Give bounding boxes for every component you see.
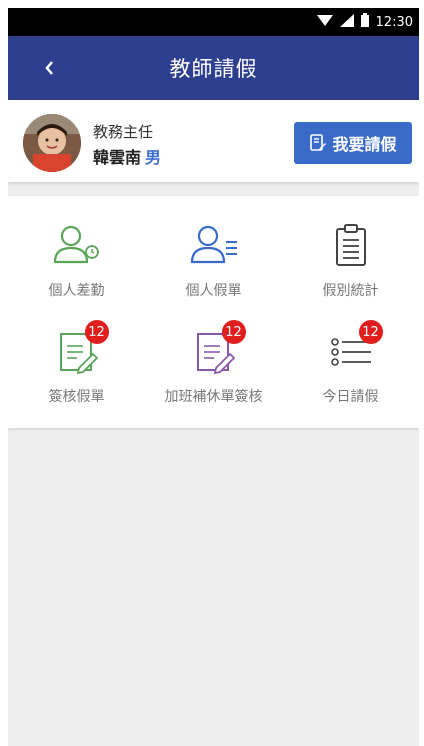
user-name: 韓雲南 — [93, 148, 142, 167]
clipboard-icon — [327, 222, 375, 270]
page-title: 教師請假 — [169, 57, 258, 81]
tile-label: 加班補休單簽核 — [164, 389, 263, 405]
chevron-left-icon — [45, 61, 53, 75]
avatar — [23, 114, 81, 172]
tile-approve-overtime[interactable]: 12 加班補休單簽核 — [145, 320, 282, 406]
back-button[interactable] — [34, 36, 64, 100]
app-bar: 教師請假 — [8, 36, 419, 100]
wifi-icon — [316, 14, 333, 31]
edit-document-icon — [310, 134, 327, 151]
notification-badge: 12 — [221, 320, 246, 344]
cellular-signal-icon — [339, 13, 354, 31]
user-gender: 男 — [145, 148, 162, 167]
tile-label: 假別統計 — [322, 283, 379, 299]
user-name-line: 韓雲南男 — [93, 144, 161, 168]
profile-card: 教務主任 韓雲南男 我要請假 — [8, 100, 419, 182]
request-leave-button[interactable]: 我要請假 — [294, 122, 412, 164]
bullet-list-icon: 12 — [327, 320, 383, 376]
tile-label: 個人假單 — [185, 283, 242, 299]
tile-label: 簽核假單 — [48, 389, 105, 405]
app-screen: 12:30 教師請假 教務主任 韓雲南 男 我要請假 個人差勤 個人假單 假別統… — [8, 8, 419, 746]
user-role: 教務主任 — [93, 123, 154, 141]
feature-grid: 個人差勤 個人假單 假別統計 12 簽核假單 12 加班補休單簽核 12 今日請… — [8, 196, 419, 428]
tile-label: 個人差勤 — [48, 283, 105, 299]
tile-leave-statistics[interactable]: 假別統計 — [282, 222, 419, 300]
tile-personal-leave[interactable]: 個人假單 — [145, 222, 282, 300]
person-clock-icon — [53, 222, 101, 270]
device-frame: 12:30 教師請假 教務主任 韓雲南 男 我要請假 個人差勤 個人假單 假別統… — [0, 0, 424, 746]
document-sign-icon: 12 — [53, 320, 109, 376]
status-bar: 12:30 — [8, 8, 419, 36]
battery-icon — [360, 13, 369, 31]
status-time: 12:30 — [375, 14, 413, 30]
notification-badge: 12 — [84, 320, 109, 344]
person-list-icon — [190, 222, 238, 270]
tile-today-leave[interactable]: 12 今日請假 — [282, 320, 419, 406]
notification-badge: 12 — [358, 320, 383, 344]
tile-approve-leave[interactable]: 12 簽核假單 — [8, 320, 145, 406]
tile-personal-attendance[interactable]: 個人差勤 — [8, 222, 145, 300]
tile-label: 今日請假 — [322, 389, 379, 405]
document-sign-icon: 12 — [190, 320, 246, 376]
request-leave-label: 我要請假 — [332, 135, 397, 154]
